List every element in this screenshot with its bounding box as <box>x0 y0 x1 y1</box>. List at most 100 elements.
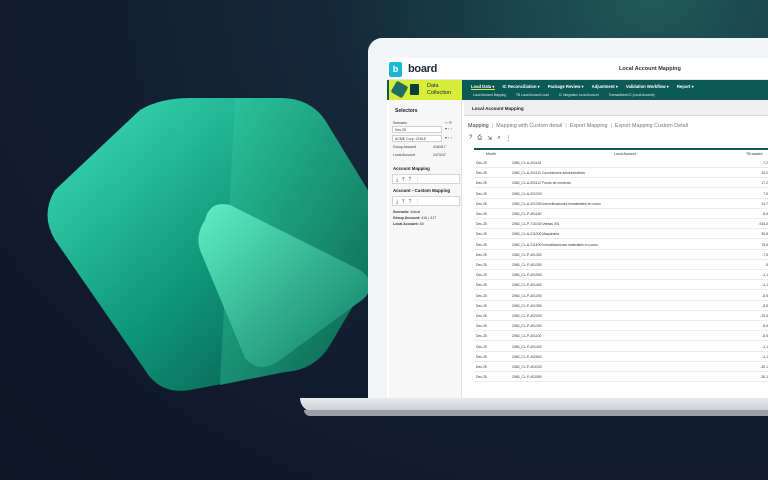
tab-separator: | <box>491 123 494 129</box>
table-row[interactable]: Dec.25 2060_CL-A-211400 Inmovilizaciones … <box>474 240 768 250</box>
cell-month: Dec.25 <box>476 303 487 308</box>
cell-tb-loaded: -8,5 <box>762 334 768 339</box>
content-title-bar: Local Account Mapping <box>464 100 768 116</box>
selectors-title: Selectors <box>395 108 418 114</box>
scenario-nav-icon[interactable]: ‹› ⟳ <box>445 120 452 125</box>
table-row[interactable]: Dec.25 2060_CL-P-402000 -25,5 <box>474 311 768 321</box>
scenario-select[interactable]: Dec.25 <box>392 126 442 133</box>
group-account-value[interactable]: 416/417 <box>433 145 446 149</box>
table-row[interactable]: Dec.25 2060_CL-A-201250 Inmovilizaciones … <box>474 199 768 209</box>
cell-tb-loaded: -8,5 <box>762 324 768 329</box>
upload-icon[interactable]: ⤒ <box>402 177 404 183</box>
clipboard-icon <box>410 84 419 95</box>
cell-local-account: 2060_CL-P-401100 <box>512 334 542 339</box>
cell-tb-loaded: 8 <box>766 263 768 267</box>
cell-tb-loaded: -25,5 <box>760 314 768 318</box>
table-header: Month Local Account TB loaded <box>474 148 768 156</box>
info-group-account: Group Account: 416 / 417 <box>393 216 437 220</box>
local-account-value[interactable]: 247/247 <box>433 153 446 157</box>
download-icon[interactable]: ⤓ <box>396 199 398 205</box>
scenario-label: Scenario <box>393 121 407 125</box>
help-icon[interactable]: ? <box>408 199 411 205</box>
table-row[interactable]: Dec.25 2060_CL-P-401350 8 <box>474 260 768 270</box>
cell-tb-loaded: 25,0 <box>761 171 768 176</box>
nav-item-package-review[interactable]: Package Review ▾ <box>548 84 584 90</box>
export-icon[interactable]: ⇲ <box>487 135 492 142</box>
cell-month: Dec.25 <box>476 161 487 165</box>
table-row[interactable]: Dec.25 2060_CL-P-401250 -8,5 <box>474 291 768 301</box>
cell-tb-loaded: -915,6 <box>758 222 768 227</box>
nav-item-adjustment[interactable]: Adjustment ▾ <box>592 84 618 90</box>
more-icon[interactable]: ⋮ <box>415 177 420 183</box>
sub-nav-transactional-ic[interactable]: Transactional IC (Local Account) <box>609 93 655 97</box>
cell-tb-loaded: 7,5 <box>763 191 768 196</box>
nav-item-validation-workflow[interactable]: Validation Workflow ▾ <box>626 84 669 90</box>
tab-mapping[interactable]: Mapping <box>468 123 489 129</box>
hexagon-logo-icon <box>47 98 386 391</box>
content-title: Local Account Mapping <box>472 106 524 111</box>
cell-local-account: 2060_CL-A-201112 Fondo de comercio <box>512 181 572 186</box>
table-row[interactable]: Dec.25 2060_CL-A-201112 Fondo de comercio… <box>474 178 768 189</box>
scenario-arrows-icon[interactable]: ▾ ‹ › <box>445 126 452 131</box>
table-row[interactable]: Dec.25 2060_CL-P-710100 Ventas 001 -915,6 <box>474 219 768 230</box>
table-row[interactable]: Dec.25 2060_CL-A-211000 Maquinaria 95,8 <box>474 229 768 240</box>
sub-nav-local-account-mapping[interactable]: Local Account Mapping <box>473 93 506 97</box>
tab-export-mapping[interactable]: Export Mapping <box>570 123 608 129</box>
table-row[interactable]: Dec.25 2060_CL-P-401500 -1,1 <box>474 270 768 281</box>
data-collection-tile[interactable]: Data Collection <box>389 80 462 100</box>
cell-local-account: 2060_CL-P-401400 <box>512 344 542 349</box>
more-icon[interactable]: ⋮ <box>415 199 420 205</box>
table-row[interactable]: Dec.25 2060_CL-A-201200 7,5 <box>474 189 768 199</box>
cell-local-account: 2060_CL-A-211000 Maquinaria <box>512 232 560 237</box>
cell-tb-loaded: 95,8 <box>761 232 768 237</box>
cell-month: Dec.25 <box>476 252 487 257</box>
entity-arrows-icon[interactable]: ▾ ‹ › <box>445 135 452 140</box>
mapping-tabs: Mapping | Mapping with Custom detail | E… <box>468 123 688 129</box>
cell-tb-loaded: 17,2 <box>761 181 768 186</box>
table-row[interactable]: Dec.25 2060_CL-P-401250 -8,5 <box>474 321 768 332</box>
cell-month: Dec.25 <box>476 222 487 227</box>
cell-tb-loaded: -7,5 <box>762 252 768 257</box>
print-icon[interactable]: ⎙ <box>477 135 482 142</box>
cell-local-account: 2060_CL-P-710100 Ventas 001 <box>512 222 560 227</box>
table-row[interactable]: Dec.25 2060_CL-P-402500 -1,1 <box>474 352 768 362</box>
nav-menu: Load Data ▾ IC Reconciliation ▾ Package … <box>471 84 694 90</box>
download-icon[interactable]: ⤓ <box>396 177 398 183</box>
nav-item-load-data[interactable]: Load Data ▾ <box>471 84 495 90</box>
table-row[interactable]: Dec.25 2060_CL-P-401150 -8,5 <box>474 209 768 219</box>
app-screen: b board Local Account Mapping Data Colle… <box>387 58 768 398</box>
cell-month: Dec.25 <box>476 191 487 196</box>
search-icon[interactable]: ⌕ <box>497 135 500 142</box>
group-account-label: Group Account <box>393 145 417 149</box>
table-row[interactable]: Dec.25 2060_CL-A-201110 7,2 <box>474 158 768 168</box>
sub-nav-ic-integration[interactable]: IC Integration Local Account <box>559 93 599 97</box>
help-icon[interactable]: ? <box>469 135 472 142</box>
cell-local-account: 2060_CL-A-201200 <box>512 191 542 196</box>
more-icon[interactable]: ⋮ <box>506 135 512 142</box>
table-row[interactable]: Dec.25 2060_CL-P-401400 -1,1 <box>474 342 768 352</box>
table-row[interactable]: Dec.25 2060_CL-P-401450 -1,1 <box>474 280 768 291</box>
cell-tb-loaded: -8,5 <box>762 303 768 308</box>
table-row[interactable]: Dec.25 2060_CL-P-401300 -7,5 <box>474 250 768 260</box>
cell-month: Dec.25 <box>476 354 487 359</box>
upload-icon[interactable]: ⤒ <box>402 199 404 205</box>
board-logo-icon[interactable]: b <box>389 62 402 77</box>
cell-local-account: 2060_CL-P-401250 <box>512 293 542 298</box>
table-row[interactable]: Dec.25 2060_CL-P-403050 -30,1 <box>474 372 768 383</box>
entity-select[interactable]: ACME Corp, CHILE <box>392 135 442 142</box>
account-mapping-title: Account Mapping <box>393 166 430 171</box>
nav-item-report[interactable]: Report ▾ <box>677 84 694 90</box>
tab-mapping-custom-detail[interactable]: Mapping with Custom detail <box>496 123 562 129</box>
nav-item-ic-reconciliation[interactable]: IC Reconciliation ▾ <box>503 84 540 90</box>
table-row[interactable]: Dec.25 2060_CL-P-401100 -8,5 <box>474 331 768 342</box>
tab-export-mapping-custom[interactable]: Export Mapping Custom Detail <box>615 123 688 129</box>
table-row[interactable]: Dec.25 2060_CL-P-403100 -30,1 <box>474 362 768 372</box>
help-icon[interactable]: ? <box>408 177 411 183</box>
table-row[interactable]: Dec.25 2060_CL-P-401350 -8,5 <box>474 301 768 311</box>
sub-nav-tb-local-account-load[interactable]: TB Local Account Load <box>516 93 549 97</box>
table-row[interactable]: Dec.25 2060_CL-A-201111 Concesiones admin… <box>474 168 768 179</box>
cell-month: Dec.25 <box>476 293 487 298</box>
cell-local-account: 2060_CL-P-403050 <box>512 375 542 380</box>
cell-tb-loaded: -1,1 <box>762 354 768 359</box>
brand-name: board <box>408 63 438 75</box>
